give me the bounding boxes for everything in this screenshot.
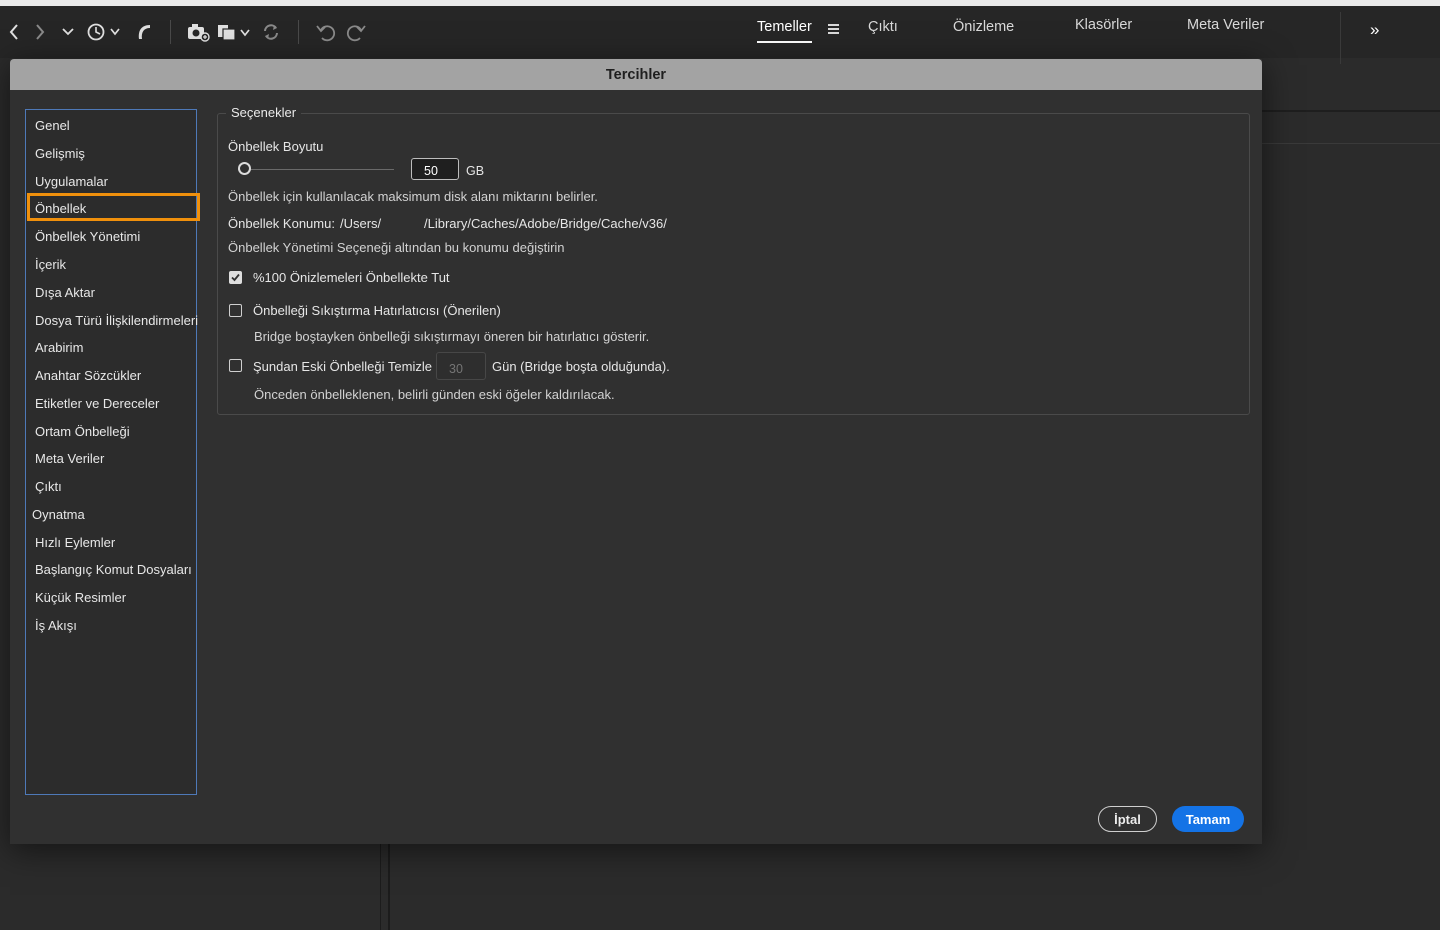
category-workflow[interactable]: İş Akışı (35, 618, 77, 633)
category-playback[interactable]: Oynatma (32, 507, 85, 522)
workspace-tab-preview[interactable]: Önizleme (953, 19, 1014, 35)
workspace-menu-icon[interactable] (828, 24, 839, 34)
bg-panel-divider (1262, 110, 1440, 112)
cache-location-note: Önbellek Yönetimi Seçeneği altından bu k… (228, 240, 565, 255)
refine-stack-icon[interactable] (216, 20, 252, 44)
cache-size-description: Önbellek için kullanılacak maksimum disk… (228, 189, 598, 204)
category-media-cache[interactable]: Ortam Önbelleği (35, 424, 130, 439)
chevron-down-icon[interactable] (60, 20, 76, 44)
category-applications[interactable]: Uygulamalar (35, 174, 108, 189)
purge-older-label[interactable]: Şundan Eski Önbelleği Temizle (253, 359, 432, 374)
compact-reminder-checkbox[interactable] (229, 304, 242, 317)
forward-icon[interactable] (32, 20, 48, 44)
category-metadata[interactable]: Meta Veriler (35, 451, 104, 466)
purge-older-checkbox[interactable] (229, 359, 242, 372)
redo-icon[interactable] (344, 20, 368, 44)
category-cache-management[interactable]: Önbellek Yönetimi (35, 229, 140, 244)
toolbar-separator (170, 20, 171, 44)
workspace-tab-folders[interactable]: Klasörler (1075, 17, 1132, 33)
category-file-type-associations[interactable]: Dosya Türü İlişkilendirmeleri (35, 313, 198, 328)
bg-panel-divider (380, 844, 381, 930)
category-output[interactable]: Çıktı (35, 479, 62, 494)
cache-size-unit: GB (466, 164, 485, 178)
cache-size-slider-thumb[interactable] (238, 162, 251, 175)
preferences-dialog: Tercihler Genel Gelişmiş Uygulamalar Önb… (10, 59, 1262, 844)
category-content[interactable]: İçerik (35, 257, 66, 272)
category-interface[interactable]: Arabirim (35, 340, 83, 355)
workspace-tab-output[interactable]: Çıktı (868, 19, 898, 35)
category-advanced[interactable]: Gelişmiş (35, 146, 85, 161)
cancel-button[interactable]: İptal (1098, 806, 1157, 832)
cache-size-label: Önbellek Boyutu (228, 139, 324, 154)
category-thumbnails[interactable]: Küçük Resimler (35, 590, 126, 605)
purge-days-input[interactable] (436, 352, 486, 380)
cache-size-input[interactable] (411, 158, 459, 180)
purge-older-suffix: Gün (Bridge boşta olduğunda). (492, 359, 670, 374)
dialog-title: Tercihler (10, 59, 1262, 90)
compact-reminder-label[interactable]: Önbelleği Sıkıştırma Hatırlatıcısı (Öner… (253, 303, 501, 318)
cache-location-path-prefix: /Users/ (340, 216, 382, 231)
category-keywords[interactable]: Anahtar Sözcükler (35, 368, 141, 383)
toolbar-divider (1340, 12, 1341, 64)
cache-location-path-suffix: /Library/Caches/Adobe/Bridge/Cache/v36/ (424, 216, 667, 231)
category-general[interactable]: Genel (35, 118, 70, 133)
keep-previews-label[interactable]: %100 Önizlemeleri Önbellekte Tut (253, 270, 450, 285)
options-group-title: Seçenekler (226, 105, 302, 120)
category-export[interactable]: Dışa Aktar (35, 285, 95, 300)
workspace-tab-metadata[interactable]: Meta Veriler (1187, 17, 1264, 33)
back-icon[interactable] (6, 20, 22, 44)
bg-panel-divider (388, 844, 390, 930)
app-toolbar: Temeller Çıktı Önizleme Klasörler Meta V… (0, 6, 1440, 64)
bg-panel-divider (1262, 143, 1440, 144)
purge-older-description: Önceden önbelleklenen, belirli günden es… (254, 387, 615, 402)
workspace-overflow-button[interactable]: » (1370, 20, 1379, 40)
category-labels-ratings[interactable]: Etiketler ve Dereceler (35, 396, 159, 411)
selected-category-highlight (27, 193, 200, 221)
camera-import-icon[interactable] (186, 20, 210, 44)
sync-icon[interactable] (260, 20, 282, 44)
category-quick-actions[interactable]: Hızlı Eylemler (35, 535, 115, 550)
workspace-tab-essentials[interactable]: Temeller (757, 19, 812, 43)
keep-previews-checkbox[interactable] (229, 271, 242, 284)
recent-history-icon[interactable] (86, 20, 122, 44)
ok-button[interactable]: Tamam (1172, 806, 1244, 832)
category-startup-scripts[interactable]: Başlangıç Komut Dosyaları (35, 562, 192, 577)
cache-size-slider-track[interactable] (238, 169, 394, 170)
toolbar-separator (298, 20, 299, 44)
cache-location-label: Önbellek Konumu: (228, 216, 335, 231)
boomerang-icon[interactable] (134, 20, 154, 44)
compact-reminder-description: Bridge boştayken önbelleği sıkıştırmayı … (254, 329, 650, 344)
undo-icon[interactable] (314, 20, 338, 44)
